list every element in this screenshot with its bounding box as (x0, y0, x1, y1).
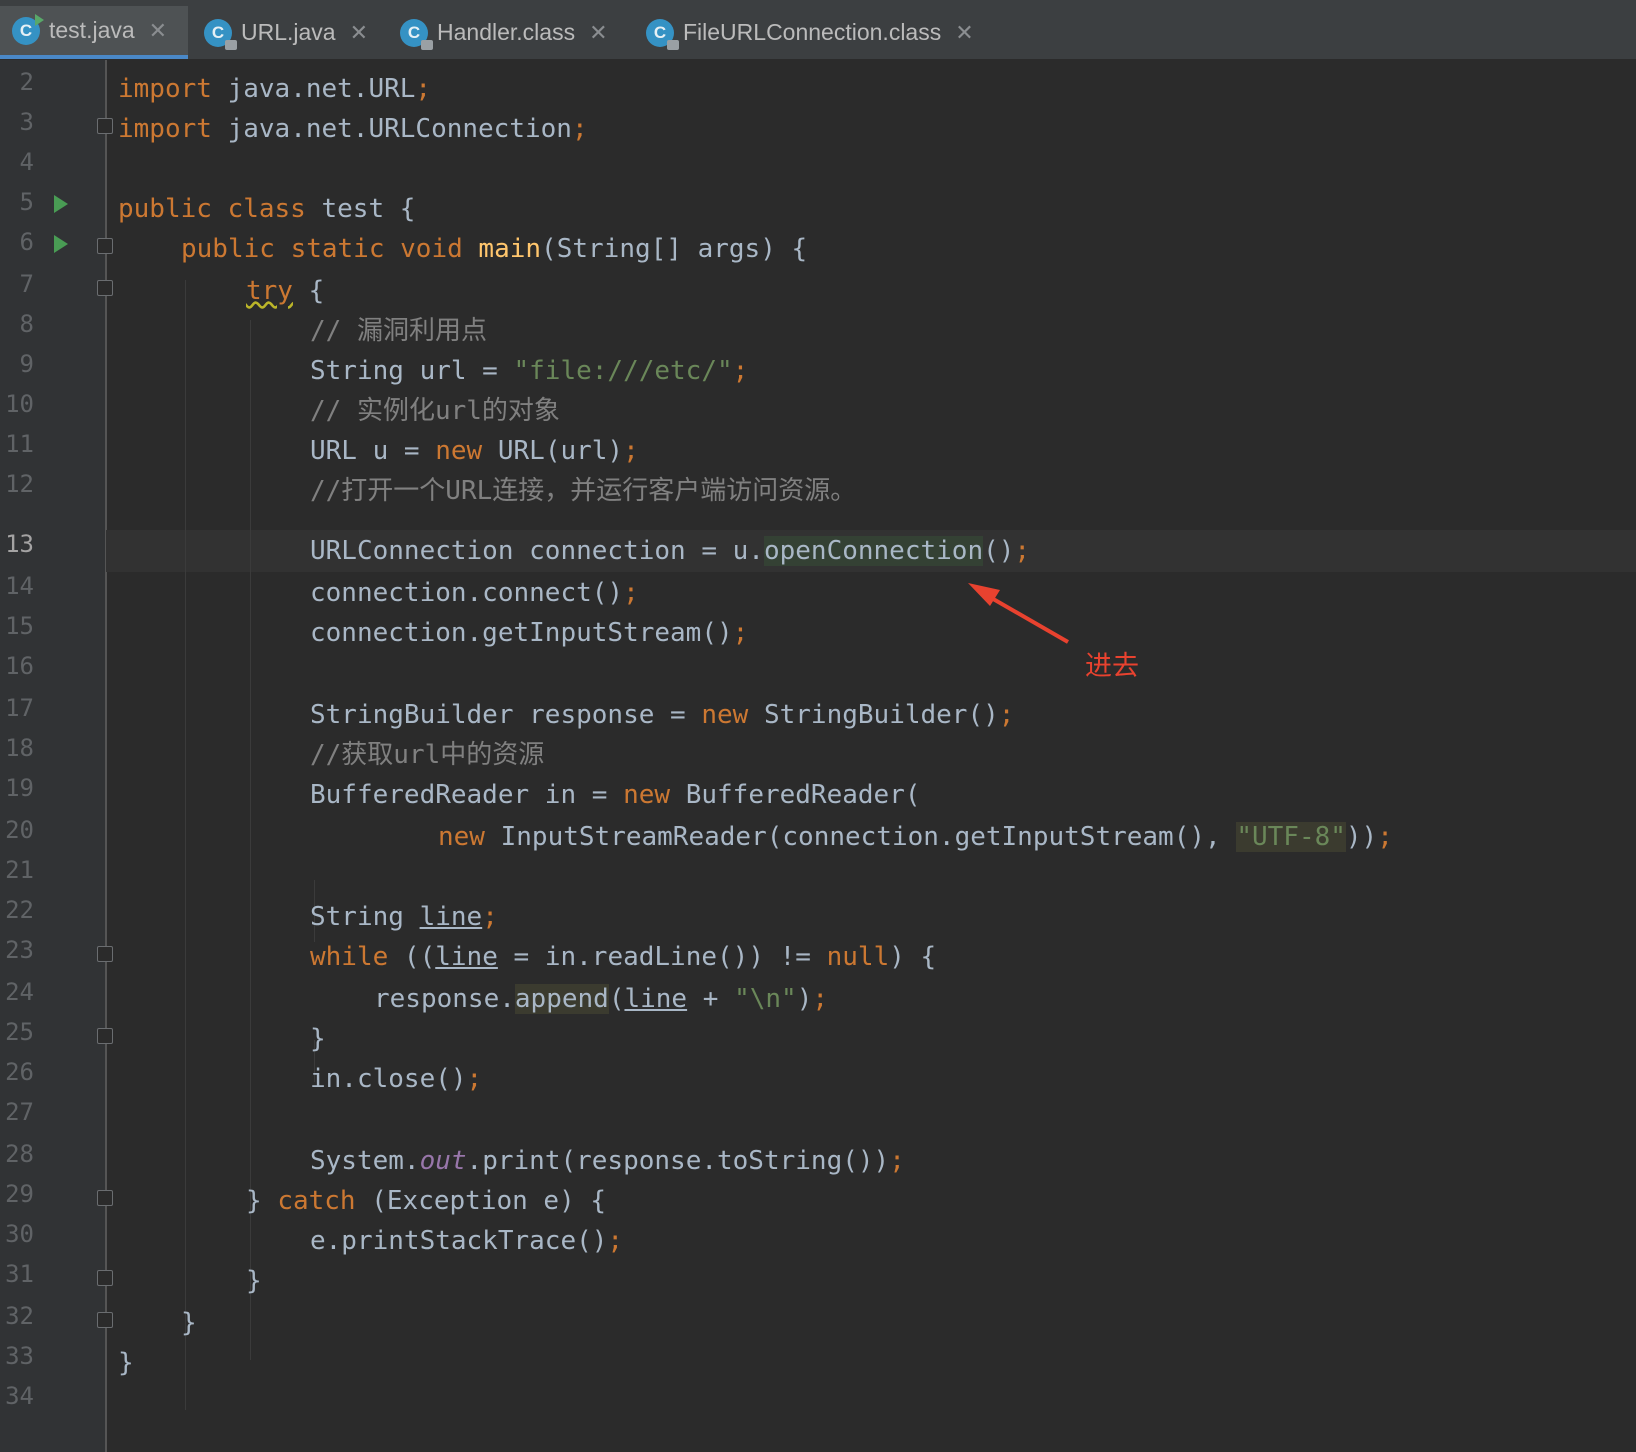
annotation-label: 进去 (1085, 651, 1139, 682)
annotation-arrow (968, 583, 1069, 644)
